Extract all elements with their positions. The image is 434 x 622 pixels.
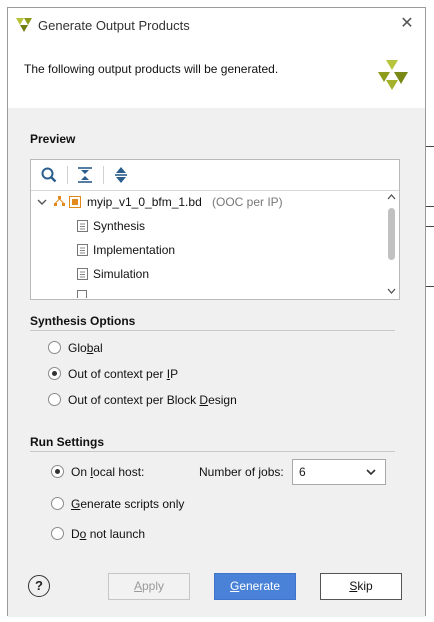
number-of-jobs-label: Number of jobs:	[199, 465, 284, 479]
header-message: The following output products will be ge…	[24, 62, 279, 76]
tree-item-implementation[interactable]: Implementation	[77, 239, 357, 261]
background-window-edge	[426, 226, 434, 227]
preview-scrollbar[interactable]	[385, 191, 398, 299]
synthesis-options-heading: Synthesis Options	[30, 314, 136, 328]
tree-item-synthesis[interactable]: Synthesis	[77, 215, 357, 237]
scrollbar-thumb[interactable]	[388, 208, 395, 260]
close-icon[interactable]: ✕	[399, 16, 415, 32]
radio-label: Out of context per Block Design	[68, 393, 237, 407]
title-bar[interactable]: Generate Output Products ✕	[8, 8, 425, 44]
toolbar-separator	[67, 166, 68, 184]
chevron-down-icon[interactable]	[37, 198, 47, 206]
preview-toolbar	[31, 160, 399, 191]
radio-label: Do not launch	[71, 527, 146, 541]
tree-root-label: myip_v1_0_bfm_1.bd	[87, 195, 202, 209]
document-icon	[77, 268, 88, 280]
generate-button[interactable]: Generate	[214, 573, 296, 600]
collapse-all-icon[interactable]	[75, 165, 95, 185]
radio-button[interactable]	[48, 393, 61, 406]
search-icon[interactable]	[39, 165, 59, 185]
skip-button[interactable]: Skip	[320, 573, 402, 600]
run-settings-heading: Run Settings	[30, 435, 104, 449]
number-of-jobs-dropdown[interactable]: 6	[292, 459, 386, 485]
document-icon	[77, 244, 88, 256]
help-button[interactable]: ?	[28, 575, 50, 597]
radio-button-selected[interactable]	[48, 367, 61, 380]
background-window-edge	[426, 146, 434, 147]
vivado-brand-logo	[378, 60, 408, 90]
preview-tree-panel: myip_v1_0_bfm_1.bd (OOC per IP) Synthesi…	[30, 159, 400, 300]
tree-item-partial	[77, 290, 88, 298]
document-icon	[77, 220, 88, 232]
radio-button[interactable]	[51, 497, 64, 510]
tree-item-label: Synthesis	[93, 219, 146, 233]
radio-label: Generate scripts only	[71, 497, 185, 511]
background-window-edge	[426, 206, 434, 207]
radio-button[interactable]	[48, 341, 61, 354]
tree-item-label: Implementation	[93, 243, 176, 257]
scroll-down-icon[interactable]	[387, 287, 396, 295]
radio-label: Out of context per IP	[68, 367, 179, 381]
block-design-icon	[54, 196, 65, 206]
chevron-down-icon	[366, 469, 376, 476]
tree-root-item[interactable]: myip_v1_0_bfm_1.bd (OOC per IP)	[37, 191, 377, 213]
section-divider	[30, 330, 395, 331]
background-window-edge	[426, 286, 434, 287]
preview-heading: Preview	[30, 132, 76, 146]
apply-button[interactable]: Apply	[108, 573, 190, 600]
window-title: Generate Output Products	[38, 18, 190, 33]
vivado-logo-icon	[16, 18, 32, 32]
radio-label: Global	[68, 341, 103, 355]
tree-root-suffix: (OOC per IP)	[212, 195, 283, 209]
tree-item-simulation[interactable]: Simulation	[77, 263, 357, 285]
section-divider	[30, 451, 395, 452]
scroll-up-icon[interactable]	[387, 193, 396, 201]
toolbar-separator	[103, 166, 104, 184]
expand-all-icon[interactable]	[111, 165, 131, 185]
radio-label: On local host:	[71, 465, 145, 479]
generate-output-products-dialog: Generate Output Products ✕ The following…	[7, 7, 426, 617]
tree-item-label: Simulation	[93, 267, 150, 281]
radio-button[interactable]	[51, 527, 64, 540]
radio-button-selected[interactable]	[51, 465, 64, 478]
jobs-value: 6	[299, 465, 306, 479]
dialog-body: Preview myip_v1_0_bfm_1.bd (OOC per IP) …	[8, 108, 425, 617]
ip-block-icon	[69, 196, 81, 208]
